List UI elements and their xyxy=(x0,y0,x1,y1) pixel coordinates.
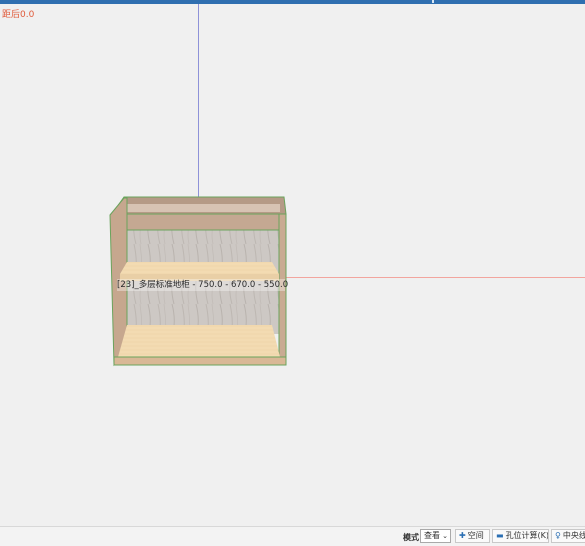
cabinet-top-rail-inner xyxy=(127,204,280,212)
midline-button-label: 中央线 xyxy=(562,531,585,540)
space-button[interactable]: ✚ 空间 xyxy=(455,529,490,543)
midline-button[interactable]: ♀ 中央线 xyxy=(551,529,585,543)
cabinet-base-edge xyxy=(113,356,287,366)
3d-viewport[interactable]: 距后0.0 [23]_多层标准地柜 - 750.0 - 670.0 - 550.… xyxy=(0,4,585,526)
space-button-label: 空间 xyxy=(467,531,484,540)
cabinet-dimension-label: [23]_多层标准地柜 - 750.0 - 670.0 - 550.0 xyxy=(117,279,289,291)
titlebar-tab-marker xyxy=(432,0,434,3)
cabinet-bottom-shelf xyxy=(118,325,280,357)
status-bar: 模式 查看 ⌄ ✚ 空间 ▬ 孔位计算(K) ♀ 中央线 xyxy=(0,526,585,546)
cabinet-model[interactable] xyxy=(0,4,585,526)
hole-calc-button[interactable]: ▬ 孔位计算(K) xyxy=(492,529,549,543)
cabinet-middle-shelf-top xyxy=(120,262,279,274)
plus-icon: ✚ xyxy=(459,531,466,540)
bulb-icon: ♀ xyxy=(555,531,561,540)
mode-select-value: 查看 xyxy=(424,531,440,540)
hole-calc-button-label: 孔位计算(K) xyxy=(505,531,549,540)
mode-select[interactable]: 查看 ⌄ xyxy=(420,529,451,543)
cabinet-front-rail xyxy=(111,213,287,231)
chevron-down-icon: ⌄ xyxy=(442,532,448,540)
ruler-icon: ▬ xyxy=(496,531,504,540)
mode-label: 模式 xyxy=(403,533,419,542)
